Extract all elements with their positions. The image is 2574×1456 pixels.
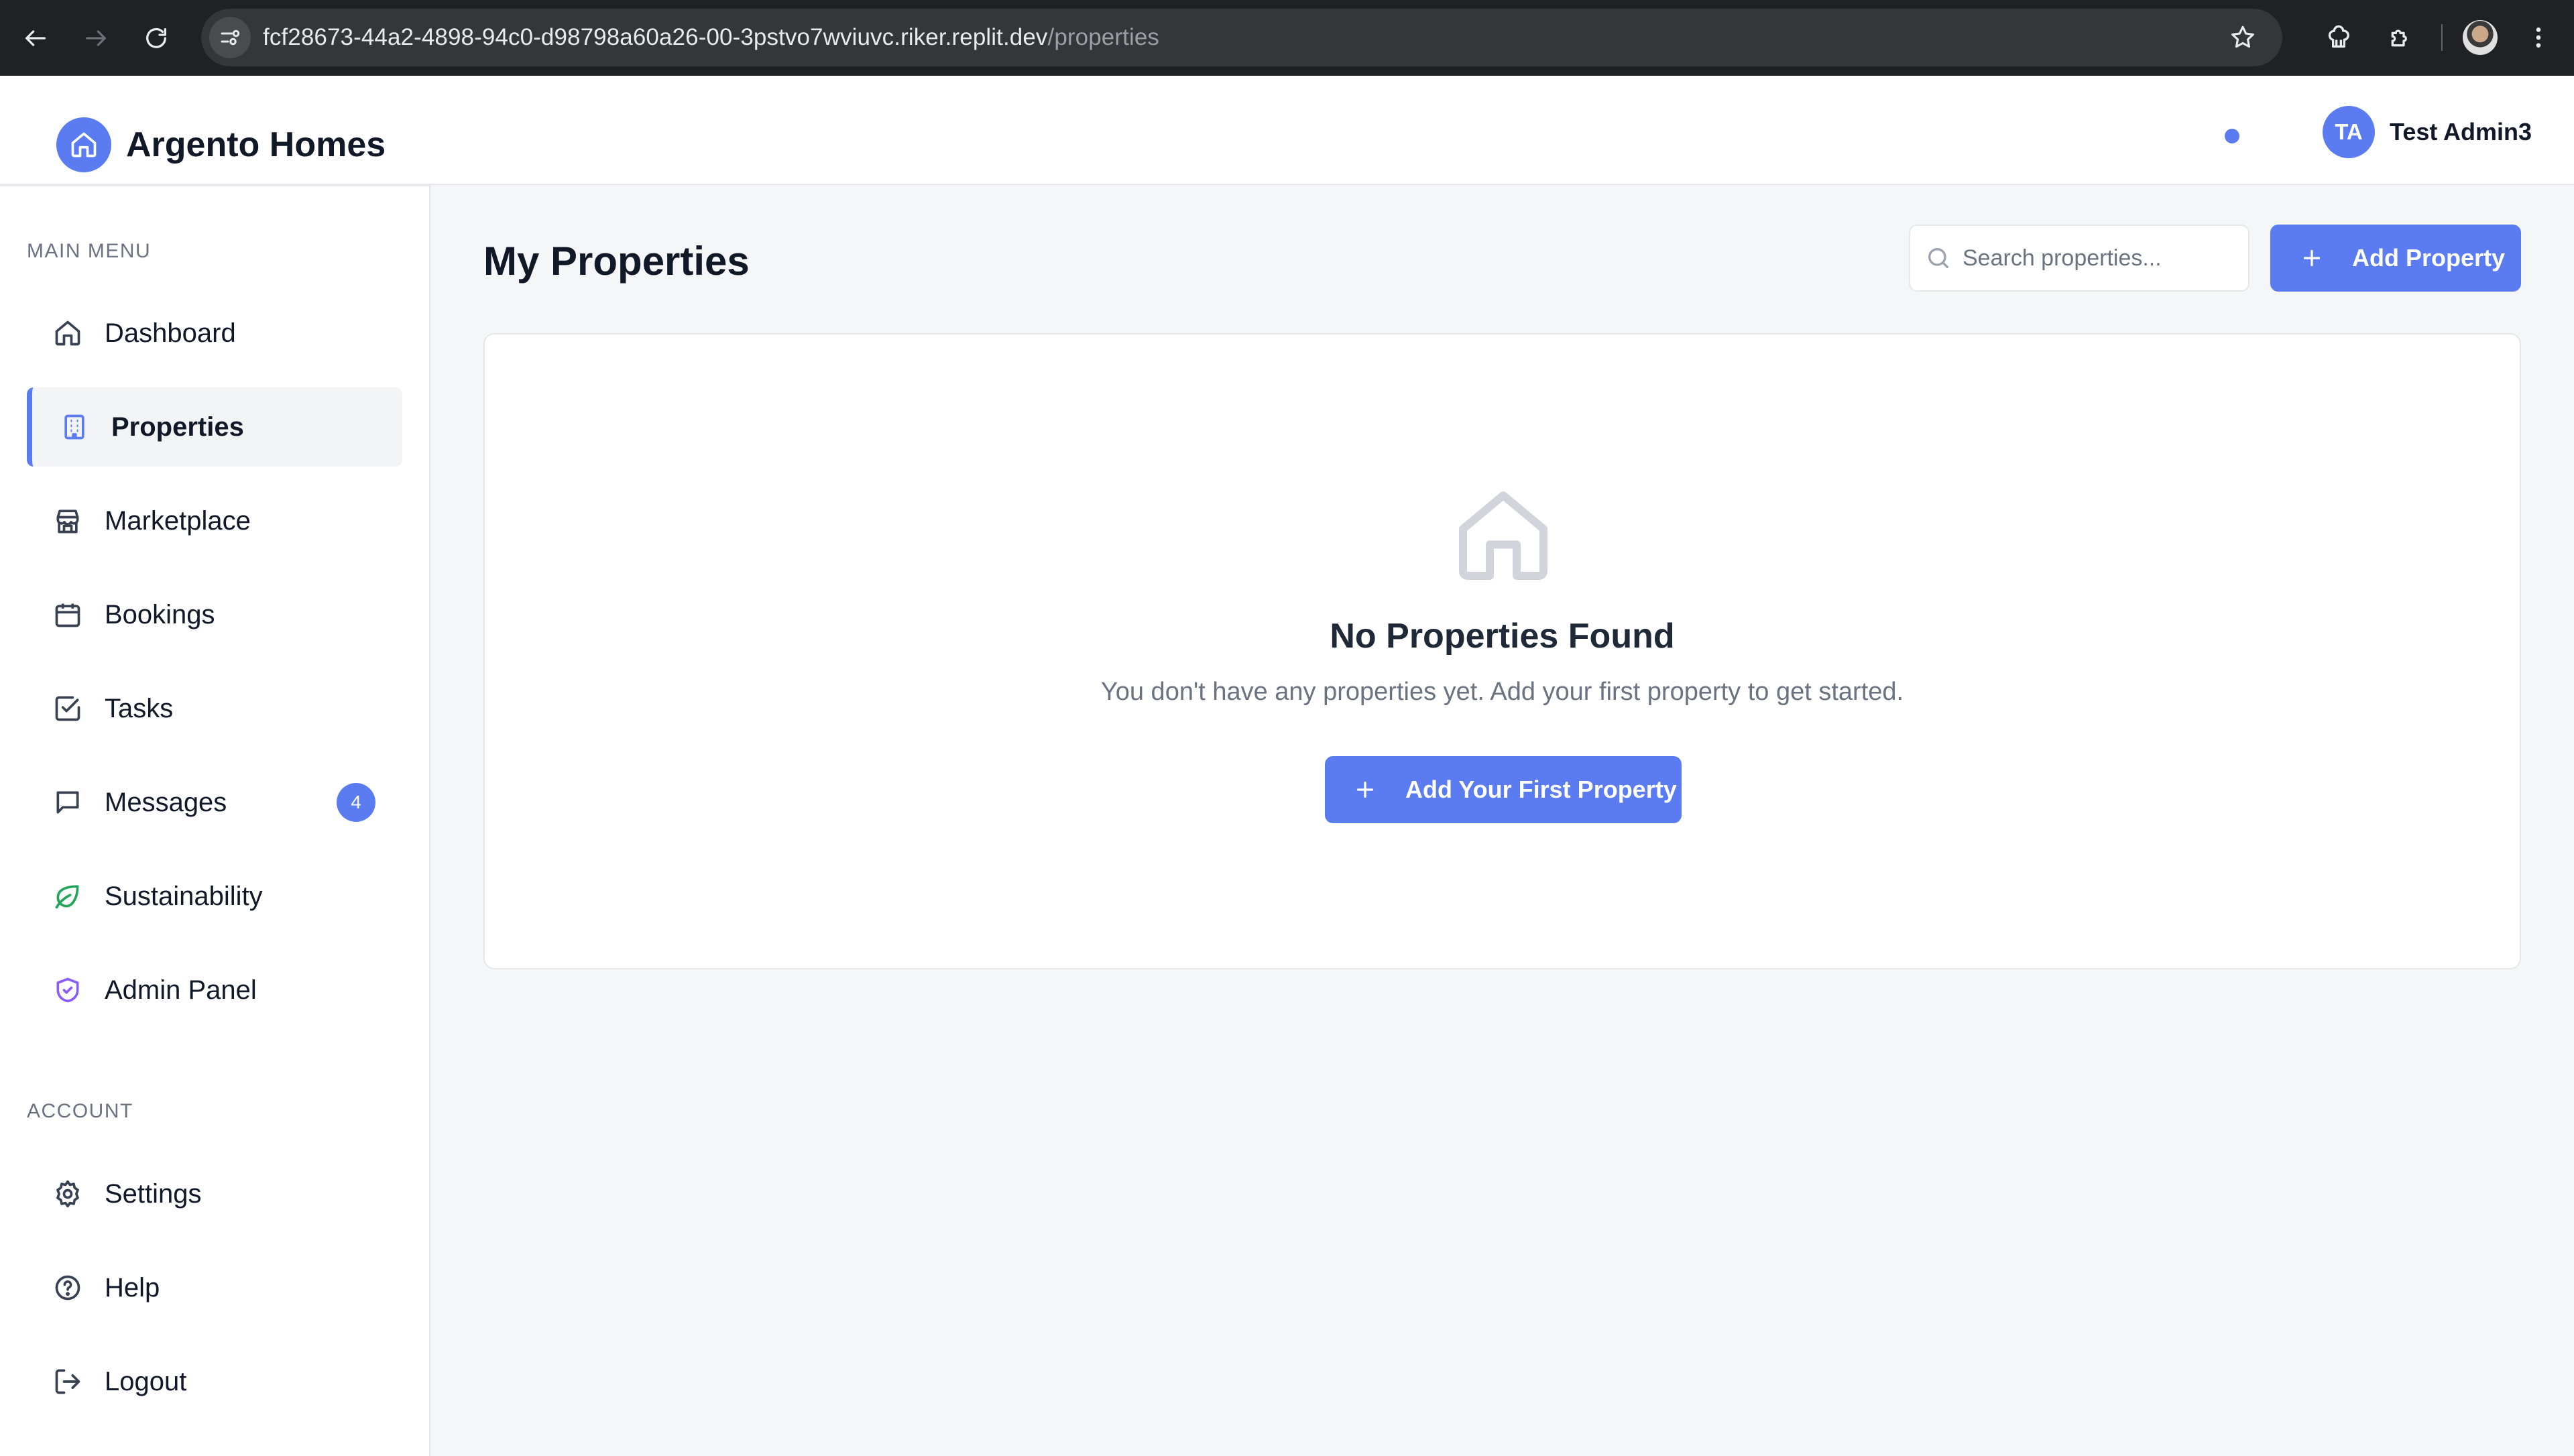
browser-actions xyxy=(2318,17,2559,58)
sidebar-item-label: Properties xyxy=(111,412,244,442)
sidebar-item-label: Tasks xyxy=(105,693,174,723)
empty-state-title: No Properties Found xyxy=(1330,617,1675,656)
calendar-icon xyxy=(52,599,83,630)
forward-icon[interactable] xyxy=(75,17,117,59)
empty-state-description: You don't have any properties yet. Add y… xyxy=(1100,678,1904,706)
extensions-puzzle-icon[interactable] xyxy=(2380,17,2421,58)
sidebar-item-admin-panel[interactable]: Admin Panel xyxy=(27,951,402,1030)
sidebar-item-marketplace[interactable]: Marketplace xyxy=(27,481,402,560)
sidebar-item-bookings[interactable]: Bookings xyxy=(27,575,402,654)
sidebar: MAIN MENU Dashboard Properties Marketpla… xyxy=(0,185,430,1456)
page-title: My Properties xyxy=(483,239,750,284)
site-info-icon[interactable] xyxy=(209,17,251,58)
account-label: ACCOUNT xyxy=(27,1100,133,1122)
sidebar-item-label: Dashboard xyxy=(105,318,236,348)
more-menu-icon[interactable] xyxy=(2518,17,2559,58)
message-icon xyxy=(52,787,83,818)
browser-nav xyxy=(15,17,177,59)
search-box[interactable] xyxy=(1909,225,2249,292)
gear-icon xyxy=(52,1178,83,1209)
address-bar[interactable]: fcf28673-44a2-4898-94c0-d98798a60a26-00-… xyxy=(201,9,2282,66)
add-first-property-label: Add Your First Property xyxy=(1405,776,1677,803)
brand-name: Argento Homes xyxy=(126,125,386,164)
back-icon[interactable] xyxy=(15,17,56,59)
sidebar-item-dashboard[interactable]: Dashboard xyxy=(27,294,402,373)
empty-state-card: No Properties Found You don't have any p… xyxy=(483,333,2521,969)
building-icon xyxy=(59,412,90,442)
url-host: fcf28673-44a2-4898-94c0-d98798a60a26-00-… xyxy=(263,24,1048,50)
logout-icon xyxy=(52,1366,83,1397)
reload-icon[interactable] xyxy=(135,17,177,59)
search-input[interactable] xyxy=(1963,245,2231,271)
messages-count-badge: 4 xyxy=(337,783,375,822)
sidebar-item-sustainability[interactable]: Sustainability xyxy=(27,857,402,936)
sidebar-item-settings[interactable]: Settings xyxy=(27,1154,402,1233)
home-icon xyxy=(52,318,83,349)
sidebar-item-logout[interactable]: Logout xyxy=(27,1342,402,1421)
sidebar-item-label: Logout xyxy=(105,1366,187,1396)
user-menu[interactable]: TA Test Admin3 xyxy=(2323,106,2532,158)
url-path: /properties xyxy=(1047,24,1159,50)
house-icon xyxy=(1450,482,1557,589)
add-first-property-button[interactable]: Add Your First Property xyxy=(1325,756,1682,823)
search-icon xyxy=(1925,245,1952,271)
sidebar-item-label: Help xyxy=(105,1272,160,1302)
sidebar-item-properties[interactable]: Properties xyxy=(27,387,402,467)
sidebar-item-tasks[interactable]: Tasks xyxy=(27,669,402,748)
browser-toolbar: fcf28673-44a2-4898-94c0-d98798a60a26-00-… xyxy=(0,0,2574,76)
sidebar-item-label: Admin Panel xyxy=(105,975,257,1005)
add-property-label: Add Property xyxy=(2352,244,2506,271)
sidebar-item-label: Marketplace xyxy=(105,505,251,536)
plus-icon xyxy=(1352,776,1379,803)
home-logo-icon xyxy=(56,117,111,172)
notification-dot[interactable] xyxy=(2225,129,2239,143)
check-square-icon xyxy=(52,693,83,724)
url-text: fcf28673-44a2-4898-94c0-d98798a60a26-00-… xyxy=(263,24,1159,51)
toolbar-separator xyxy=(2441,24,2443,51)
app-header: Argento Homes TA Test Admin3 xyxy=(0,76,2574,185)
add-property-button[interactable]: Add Property xyxy=(2270,225,2521,292)
shield-check-icon xyxy=(52,975,83,1006)
help-circle-icon xyxy=(52,1272,83,1303)
profile-avatar[interactable] xyxy=(2463,20,2498,55)
sidebar-item-help[interactable]: Help xyxy=(27,1248,402,1327)
sidebar-item-label: Settings xyxy=(105,1178,202,1209)
brand[interactable]: Argento Homes xyxy=(56,117,386,172)
sidebar-item-label: Messages xyxy=(105,787,227,817)
sidebar-item-label: Sustainability xyxy=(105,881,263,911)
avatar: TA xyxy=(2323,106,2375,158)
leaf-icon xyxy=(52,881,83,912)
main-menu-label: MAIN MENU xyxy=(27,240,152,262)
chef-hat-extension-icon[interactable] xyxy=(2318,17,2359,58)
bookmark-star-icon[interactable] xyxy=(2222,17,2264,58)
plus-icon xyxy=(2298,245,2325,271)
sidebar-item-label: Bookings xyxy=(105,599,215,629)
user-name: Test Admin3 xyxy=(2390,118,2532,145)
store-icon xyxy=(52,505,83,536)
sidebar-item-messages[interactable]: Messages 4 xyxy=(27,763,402,842)
